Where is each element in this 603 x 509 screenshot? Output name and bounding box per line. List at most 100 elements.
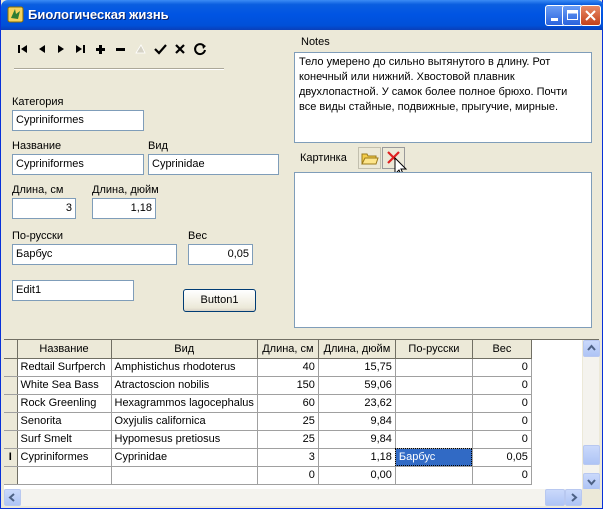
cell-length-inch[interactable]: 9,84 xyxy=(318,412,396,431)
cell-weight[interactable]: 0 xyxy=(472,466,532,485)
row-indicator[interactable] xyxy=(4,394,18,413)
cell-length-inch[interactable]: 15,75 xyxy=(318,358,396,377)
refresh-icon xyxy=(194,43,206,56)
cell-russian[interactable] xyxy=(395,394,473,413)
cell-russian-selected[interactable]: Барбус xyxy=(395,448,473,467)
cell-name[interactable]: Rock Greenling xyxy=(17,394,112,413)
table-row[interactable]: 0 0,00 0 xyxy=(4,466,532,485)
folder-icon xyxy=(361,153,379,165)
row-indicator[interactable] xyxy=(4,430,18,449)
title-bar[interactable]: Биологическая жизнь xyxy=(1,0,603,30)
table-row[interactable]: Redtail Surfperch Amphistichus rhodoteru… xyxy=(4,358,532,377)
column-header-weight[interactable]: Вес xyxy=(472,340,532,359)
data-grid[interactable]: Название Вид Длина, см Длина, дюйм По-ру… xyxy=(4,339,600,506)
nav-post-button[interactable] xyxy=(152,42,170,56)
length-inch-field[interactable]: 1,18 xyxy=(92,198,156,219)
species-field[interactable]: Cyprinidae xyxy=(148,154,279,175)
nav-delete-button[interactable] xyxy=(112,42,130,56)
cell-length-cm[interactable]: 40 xyxy=(257,358,319,377)
cell-name[interactable]: White Sea Bass xyxy=(17,376,112,395)
russian-name-field[interactable]: Барбус xyxy=(12,244,177,265)
cell-weight[interactable]: 0 xyxy=(472,412,532,431)
cell-weight[interactable]: 0 xyxy=(472,358,532,377)
current-row-indicator[interactable]: I xyxy=(4,448,18,467)
cell-length-inch[interactable]: 23,62 xyxy=(318,394,396,413)
cell-name[interactable] xyxy=(17,466,112,485)
table-row[interactable]: White Sea Bass Atractoscion nobilis 150 … xyxy=(4,376,532,395)
cell-length-cm[interactable]: 3 xyxy=(257,448,319,467)
scroll-up-button[interactable] xyxy=(583,340,600,357)
weight-field[interactable]: 0,05 xyxy=(188,244,253,265)
cell-name[interactable]: Redtail Surfperch xyxy=(17,358,112,377)
nav-refresh-button[interactable] xyxy=(192,42,210,56)
cell-russian[interactable] xyxy=(395,376,473,395)
cell-length-cm[interactable]: 25 xyxy=(257,430,319,449)
length-cm-field[interactable]: 3 xyxy=(12,198,76,219)
nav-prior-button[interactable] xyxy=(34,42,52,56)
load-picture-button[interactable] xyxy=(358,147,381,169)
cell-species[interactable]: Hexagrammos lagocephalus xyxy=(111,394,258,413)
cell-species[interactable] xyxy=(111,466,258,485)
nav-insert-button[interactable] xyxy=(92,42,110,56)
row-indicator[interactable] xyxy=(4,412,18,431)
nav-next-button[interactable] xyxy=(52,42,70,56)
close-button[interactable] xyxy=(580,5,601,26)
cell-length-inch[interactable]: 59,06 xyxy=(318,376,396,395)
cell-length-inch[interactable]: 0,00 xyxy=(318,466,396,485)
cell-species[interactable]: Oxyjulis californica xyxy=(111,412,258,431)
nav-first-button[interactable] xyxy=(14,42,32,56)
category-field[interactable]: Cypriniformes xyxy=(12,110,144,131)
table-row[interactable]: Senorita Oxyjulis californica 25 9,84 0 xyxy=(4,412,532,431)
column-header-length-inch[interactable]: Длина, дюйм xyxy=(318,340,396,359)
cell-length-cm[interactable]: 0 xyxy=(257,466,319,485)
cell-russian[interactable] xyxy=(395,466,473,485)
edit-triangle-icon xyxy=(135,44,146,54)
row-indicator[interactable] xyxy=(4,466,18,485)
column-header-russian[interactable]: По-русски xyxy=(395,340,473,359)
table-row-current[interactable]: I Cypriniformes Cyprinidae 3 1,18 Барбус… xyxy=(4,448,532,467)
nav-last-button[interactable] xyxy=(72,42,90,56)
cell-weight[interactable]: 0,05 xyxy=(472,448,532,467)
column-header-length-cm[interactable]: Длина, см xyxy=(257,340,319,359)
cell-length-cm[interactable]: 150 xyxy=(257,376,319,395)
cell-species[interactable]: Hypomesus pretiosus xyxy=(111,430,258,449)
nav-edit-button[interactable] xyxy=(132,42,150,56)
horizontal-scrollbar[interactable] xyxy=(4,489,582,506)
vertical-scrollbar[interactable] xyxy=(582,340,600,490)
app-icon xyxy=(7,6,24,23)
cell-weight[interactable]: 0 xyxy=(472,376,532,395)
scroll-down-button[interactable] xyxy=(583,473,600,490)
cell-weight[interactable]: 0 xyxy=(472,430,532,449)
table-row[interactable]: Surf Smelt Hypomesus pretiosus 25 9,84 0 xyxy=(4,430,532,449)
cell-species[interactable]: Cyprinidae xyxy=(111,448,258,467)
table-row[interactable]: Rock Greenling Hexagrammos lagocephalus … xyxy=(4,394,532,413)
row-indicator[interactable] xyxy=(4,376,18,395)
name-field[interactable]: Cypriniformes xyxy=(12,154,144,175)
cell-name[interactable]: Senorita xyxy=(17,412,112,431)
button1[interactable]: Button1 xyxy=(183,289,256,312)
cell-species[interactable]: Atractoscion nobilis xyxy=(111,376,258,395)
scroll-right-button[interactable] xyxy=(565,489,582,506)
vertical-scroll-thumb[interactable] xyxy=(583,445,600,465)
column-header-species[interactable]: Вид xyxy=(111,340,258,359)
row-indicator[interactable] xyxy=(4,358,18,377)
nav-cancel-button[interactable] xyxy=(172,42,190,56)
cell-length-inch[interactable]: 9,84 xyxy=(318,430,396,449)
horizontal-scroll-thumb[interactable] xyxy=(545,489,565,506)
cell-weight[interactable]: 0 xyxy=(472,394,532,413)
cell-species[interactable]: Amphistichus rhodoterus xyxy=(111,358,258,377)
cell-russian[interactable] xyxy=(395,358,473,377)
column-header-name[interactable]: Название xyxy=(17,340,112,359)
cell-russian[interactable] xyxy=(395,412,473,431)
cell-name[interactable]: Surf Smelt xyxy=(17,430,112,449)
cell-length-cm[interactable]: 60 xyxy=(257,394,319,413)
cell-length-inch[interactable]: 1,18 xyxy=(318,448,396,467)
cell-length-cm[interactable]: 25 xyxy=(257,412,319,431)
edit1-field[interactable]: Edit1 xyxy=(12,280,134,301)
scroll-left-button[interactable] xyxy=(4,489,21,506)
cell-name[interactable]: Cypriniformes xyxy=(17,448,112,467)
window-title: Биологическая жизнь xyxy=(28,7,169,22)
cell-russian[interactable] xyxy=(395,430,473,449)
notes-memo[interactable]: Тело умерено до сильно вытянутого в длин… xyxy=(294,52,592,143)
main-window: Биологическая жизнь Категория Cyprinifor… xyxy=(0,0,603,509)
